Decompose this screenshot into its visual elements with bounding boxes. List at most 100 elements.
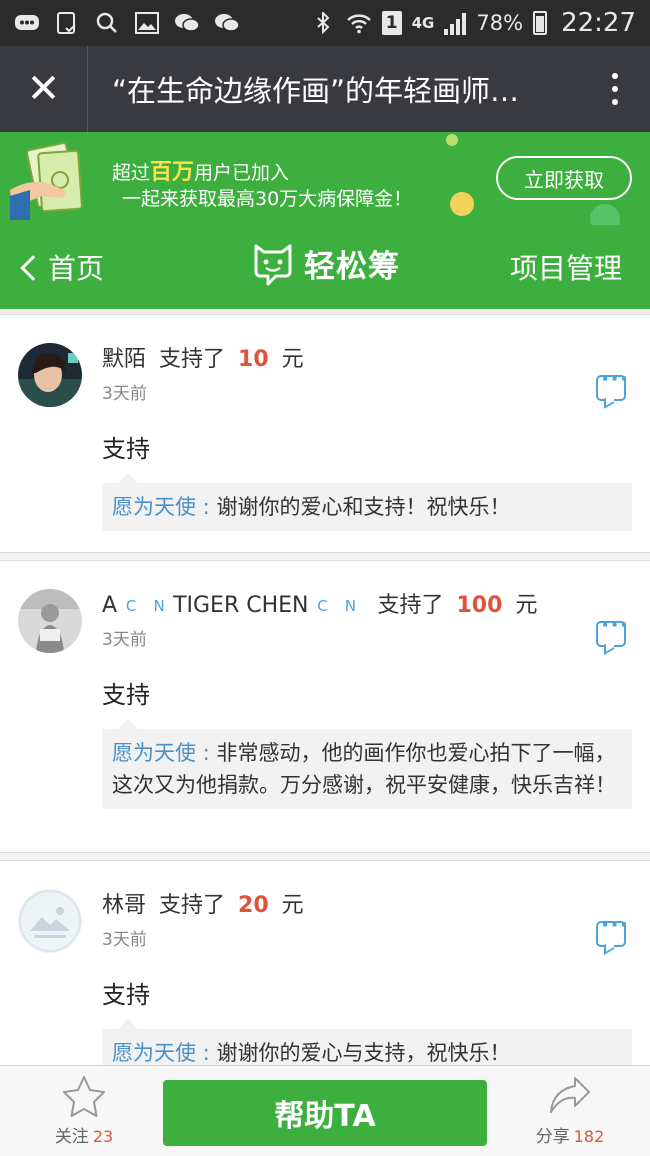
close-button[interactable]: ✕ [0,46,88,132]
share-button[interactable]: 分享 182 [520,1074,620,1147]
n-tag-icon: N [344,597,357,615]
system-icons: 1 4G 78% 22:27 [310,8,636,38]
supported-text: 支持了 [159,893,226,918]
n-tag-icon: N [153,597,165,615]
back-label: 首页 [48,252,105,285]
reply-text: 谢谢你的爱心与支持，祝快乐！ [216,1041,511,1065]
avatar[interactable] [18,589,82,653]
c-tag-icon: C [317,597,328,615]
donor-line: 默陌 支持了 10 元 [102,341,304,373]
banner-decoration [450,192,474,216]
reply-icon[interactable] [596,367,629,401]
currency-unit: 元 [281,347,304,372]
search-icon [96,12,117,33]
logo-text: 轻松筹 [304,249,400,285]
close-icon: ✕ [26,66,61,112]
follow-count: 23 [92,1127,114,1146]
avatar[interactable] [18,343,82,407]
donor-line: 林哥 支持了 20 元 [102,887,304,919]
donor-line: A C N TIGER CHEN C N 支持了 100 元 [102,587,537,619]
clipboard-check-icon [57,12,76,34]
comment-list: 默陌 支持了 10 元 3天前 支持 愿为天使 : 谢谢你的爱心和支持！祝快乐！… [0,309,650,1065]
reply-box: 愿为天使 : 谢谢你的爱心和支持！祝快乐！ [102,473,632,531]
donor-name[interactable]: 默陌 [102,347,146,372]
follow-button[interactable]: 关注 23 [34,1074,134,1147]
signal-icon [444,11,467,35]
share-label-line: 分享 182 [520,1122,620,1147]
donation-amount: 100 [456,593,503,618]
hand-money-icon [10,142,83,220]
help-button[interactable]: 帮助TA [163,1080,487,1146]
project-manage-link[interactable]: 项目管理 [510,247,622,287]
comment-item: ACNTIGER CHENCN 支持了 100 元 3天前 支持 愿为天使 : … [0,561,650,853]
currency-unit: 元 [281,893,304,918]
supported-text: 支持了 [377,593,444,618]
currency-unit: 元 [515,593,538,618]
wechat-icon [175,14,200,32]
divider [0,553,650,561]
bluetooth-icon [316,12,330,34]
title-bar: ✕ “在生命边缘作画”的年轻画师… [0,46,650,132]
battery-percent: 78% [476,11,524,35]
comment-item: 林哥 支持了 20 元 3天前 支持 愿为天使 : 谢谢你的爱心与支持，祝快乐！ [0,861,650,1065]
avatar[interactable] [18,889,82,953]
follow-label: 关注 [54,1127,89,1147]
reply-box: 愿为天使 : 谢谢你的爱心与支持，祝快乐！ [102,1019,632,1065]
more-dot-icon [612,73,618,79]
comment-time: 3天前 [102,930,147,950]
reply-icon[interactable] [596,913,629,947]
banner-subline: 一起来获取最高30万大病保障金！ [122,188,413,210]
share-count: 182 [573,1127,605,1146]
app-logo: 轻松筹 [252,241,400,286]
donation-amount: 20 [238,893,269,918]
get-now-button[interactable]: 立即获取 [496,156,632,200]
bottom-bar: 关注 23 帮助TA 分享 182 [0,1065,650,1156]
more-options-button[interactable] [580,46,650,132]
banner-headline-prefix: 超过 [112,162,151,184]
image-icon [135,12,159,34]
comment-text: 支持 [102,435,150,463]
battery-icon [533,11,548,35]
comment-item: 默陌 支持了 10 元 3天前 支持 愿为天使 : 谢谢你的爱心和支持！祝快乐！ [0,315,650,553]
star-icon [63,1076,105,1117]
banner-highlight: 百万 [150,160,195,185]
page-title: “在生命边缘作画”的年轻画师… [112,74,520,108]
comment-text: 支持 [102,681,150,709]
network-type: 4G [411,14,435,32]
back-home-button[interactable]: 首页 [20,247,105,287]
donor-name-prefix[interactable]: A [102,593,117,618]
banner-headline: 超过百万用户已加入 [112,154,289,186]
reply-author[interactable]: 愿为天使 : [112,1041,210,1065]
nav-bar: 首页 轻松筹 项目管理 [0,225,650,309]
reply-icon[interactable] [596,613,629,647]
share-label: 分享 [535,1127,570,1147]
notification-icons [14,12,240,34]
reply-author[interactable]: 愿为天使 : [112,741,210,765]
comment-time: 3天前 [102,630,147,650]
promo-banner[interactable]: 超过百万用户已加入 一起来获取最高30万大病保障金！ 立即获取 [0,132,650,225]
reply-box: 愿为天使 : 非常感动，他的画作你也爱心拍下了一幅，这次又为他捐款。万分感谢，祝… [102,719,632,809]
share-icon [550,1077,590,1113]
clock: 22:27 [561,8,636,38]
status-bar: 1 4G 78% 22:27 [0,0,650,46]
supported-text: 支持了 [159,347,226,372]
sim-indicator: 1 [381,11,402,35]
chevron-left-icon [20,255,46,281]
banner-headline-suffix: 用户已加入 [194,162,290,184]
reply-author[interactable]: 愿为天使 : [112,495,210,519]
more-dot-icon [612,86,618,92]
donation-amount: 10 [238,347,269,372]
reply-text: 谢谢你的爱心和支持！祝快乐！ [216,495,511,519]
donor-name[interactable]: TIGER CHEN [173,593,308,618]
logo-icon [254,244,292,285]
divider [0,853,650,861]
follow-label-line: 关注 23 [34,1122,134,1147]
more-dot-icon [612,99,618,105]
wifi-icon [346,14,371,34]
comment-text: 支持 [102,981,150,1009]
chat-bubble-icon [15,15,39,30]
donor-name[interactable]: 林哥 [102,893,146,918]
wechat-icon [215,14,240,32]
banner-decoration [446,134,458,146]
comment-time: 3天前 [102,384,147,404]
